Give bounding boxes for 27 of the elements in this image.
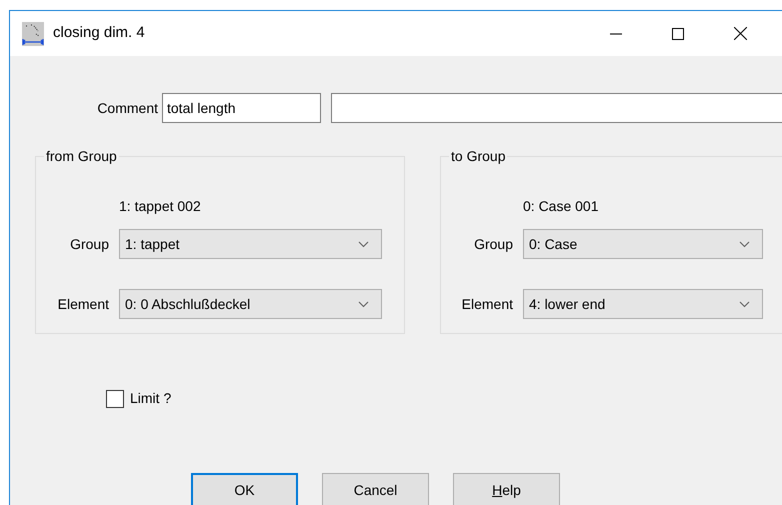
- group-current-text: 1: tappet 002: [119, 197, 201, 216]
- chevron-down-icon: [739, 240, 750, 248]
- comment-field[interactable]: total length: [162, 93, 321, 123]
- chevron-down-icon: [358, 240, 369, 248]
- field-label: Element: [56, 294, 109, 314]
- minimize-icon: [610, 32, 622, 34]
- field-label: Group: [69, 234, 109, 254]
- dropdown[interactable]: 4: lower end: [523, 289, 763, 319]
- dialog-button[interactable]: Help: [453, 473, 560, 505]
- comment-label: Comment: [96, 98, 158, 118]
- dialog-button[interactable]: Cancel: [322, 473, 429, 505]
- field-label: Element: [460, 294, 513, 314]
- limit-label: Limit ?: [130, 389, 172, 408]
- group-current-text: 0: Case 001: [523, 197, 598, 216]
- comment-extra-field[interactable]: [331, 93, 782, 123]
- dropdown[interactable]: 1: tappet: [119, 229, 382, 259]
- dimension-icon: [22, 22, 44, 46]
- dropdown[interactable]: 0: Case: [523, 229, 763, 259]
- maximize-icon: [672, 28, 684, 40]
- window-title: closing dim. 4: [53, 23, 145, 44]
- chevron-down-icon: [358, 300, 369, 308]
- close-icon: [734, 27, 746, 40]
- chevron-down-icon: [739, 300, 750, 308]
- limit-checkbox[interactable]: [106, 390, 124, 408]
- dialog-button[interactable]: OK: [191, 473, 298, 505]
- dropdown[interactable]: 0: 0 Abschlußdeckel: [119, 289, 382, 319]
- field-label: Group: [473, 234, 513, 254]
